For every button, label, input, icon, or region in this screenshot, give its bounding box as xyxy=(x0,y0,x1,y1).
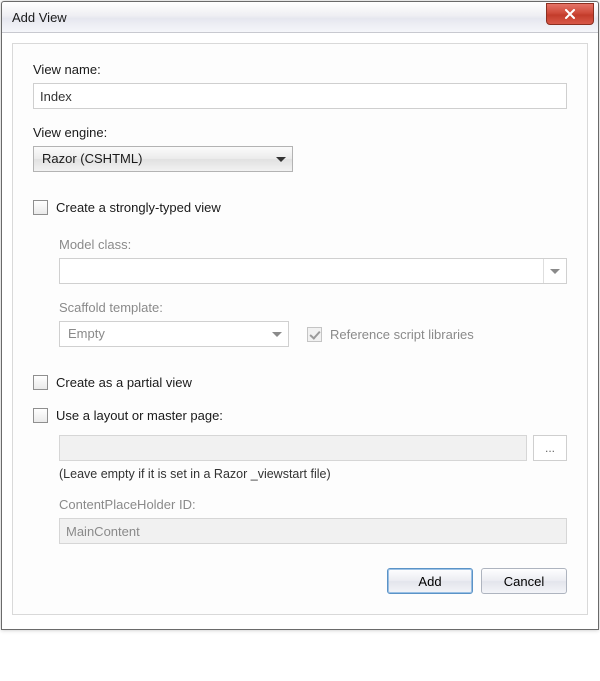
use-layout-row[interactable]: Use a layout or master page: xyxy=(33,408,567,423)
strongly-typed-row[interactable]: Create a strongly-typed view xyxy=(33,200,567,215)
content-placeholder-label: ContentPlaceHolder ID: xyxy=(59,497,567,512)
close-button[interactable] xyxy=(546,3,594,25)
view-name-input[interactable] xyxy=(33,83,567,109)
view-name-label: View name: xyxy=(33,62,567,77)
view-engine-value: Razor (CSHTML) xyxy=(34,147,270,171)
add-button[interactable]: Add xyxy=(387,568,473,594)
browse-layout-button[interactable]: ... xyxy=(533,435,567,461)
view-engine-select[interactable]: Razor (CSHTML) xyxy=(33,146,293,172)
window-title: Add View xyxy=(12,10,546,25)
chevron-down-icon xyxy=(266,322,288,346)
strongly-typed-checkbox[interactable] xyxy=(33,200,48,215)
reference-script-label: Reference script libraries xyxy=(330,327,474,342)
scaffold-template-value: Empty xyxy=(60,322,266,346)
close-icon xyxy=(564,9,576,19)
reference-script-row: Reference script libraries xyxy=(307,327,474,342)
use-layout-checkbox[interactable] xyxy=(33,408,48,423)
scaffold-template-select: Empty xyxy=(59,321,289,347)
partial-view-label: Create as a partial view xyxy=(56,375,192,390)
model-class-label: Model class: xyxy=(59,237,567,252)
scaffold-template-label: Scaffold template: xyxy=(59,300,567,315)
dialog-body: View name: View engine: Razor (CSHTML) C… xyxy=(2,33,598,629)
partial-view-row[interactable]: Create as a partial view xyxy=(33,375,567,390)
strongly-typed-label: Create a strongly-typed view xyxy=(56,200,221,215)
chevron-down-icon xyxy=(270,147,292,171)
content-panel: View name: View engine: Razor (CSHTML) C… xyxy=(12,43,588,615)
layout-note: (Leave empty if it is set in a Razor _vi… xyxy=(59,467,567,481)
content-placeholder-input xyxy=(59,518,567,544)
use-layout-label: Use a layout or master page: xyxy=(56,408,223,423)
view-engine-label: View engine: xyxy=(33,125,567,140)
model-class-select xyxy=(59,258,567,284)
layout-path-input xyxy=(59,435,527,461)
cancel-button[interactable]: Cancel xyxy=(481,568,567,594)
reference-script-checkbox xyxy=(307,327,322,342)
add-view-dialog: Add View View name: View engine: Razor (… xyxy=(1,1,599,630)
titlebar: Add View xyxy=(2,2,598,33)
dialog-footer: Add Cancel xyxy=(33,568,567,594)
model-class-value xyxy=(60,259,543,283)
partial-view-checkbox[interactable] xyxy=(33,375,48,390)
chevron-down-icon xyxy=(543,259,566,283)
